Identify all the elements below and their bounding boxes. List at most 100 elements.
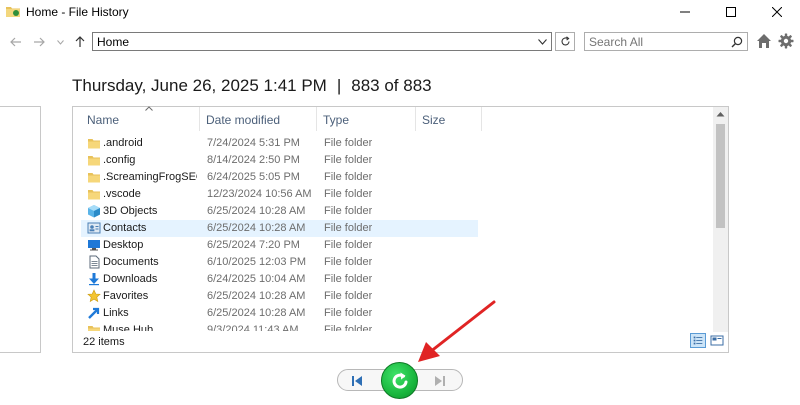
vertical-scrollbar[interactable] [713, 107, 728, 332]
contacts-icon [87, 222, 101, 234]
maximize-button[interactable] [708, 0, 754, 24]
snapshot-datetime: Thursday, June 26, 2025 1:41 PM [72, 76, 327, 95]
arrow-up-icon [75, 36, 85, 47]
column-type[interactable]: Type [317, 107, 416, 131]
file-name: Links [103, 307, 129, 319]
file-name: Downloads [103, 273, 158, 285]
folder-icon [88, 190, 100, 200]
back-button[interactable] [8, 34, 24, 50]
file-type: File folder [324, 239, 373, 251]
file-date: 6/25/2024 7:20 PM [207, 239, 300, 251]
file-type: File folder [324, 222, 373, 234]
search-input[interactable] [589, 35, 724, 49]
scroll-up-icon[interactable] [716, 111, 725, 117]
file-name: .android [103, 137, 143, 149]
file-row[interactable]: Muse Hub 9/3/2024 11:43 AM File folder [81, 322, 478, 331]
folder-icon [88, 326, 100, 331]
file-type: File folder [324, 154, 373, 166]
previous-version-icon[interactable] [350, 374, 364, 388]
file-row[interactable]: .android 7/24/2024 5:31 PM File folder [81, 135, 478, 152]
desktop-icon [88, 240, 100, 251]
file-date: 6/10/2025 12:03 PM [207, 256, 307, 268]
arrow-left-icon [10, 37, 21, 47]
file-row[interactable]: .config 8/14/2024 2:50 PM File folder [81, 152, 478, 169]
column-name-label: Name [87, 113, 120, 127]
file-name: Muse Hub [103, 324, 154, 331]
address-bar[interactable]: Home [92, 32, 552, 51]
file-type: File folder [324, 307, 373, 319]
close-button[interactable] [754, 0, 800, 24]
folder-icon [88, 156, 100, 166]
column-header: Name Date modified Type Size [73, 106, 713, 131]
file-name: .vscode [103, 188, 141, 200]
arrow-right-icon [34, 37, 45, 47]
file-name: Desktop [103, 239, 144, 251]
file-date: 6/25/2024 10:28 AM [207, 222, 306, 234]
snapshot-position: 883 of 883 [351, 76, 432, 95]
file-type: File folder [324, 188, 373, 200]
search-icon [731, 36, 743, 48]
folder-icon [88, 139, 100, 149]
file-type: File folder [324, 256, 373, 268]
file-name: Favorites [103, 290, 149, 302]
file-row[interactable]: Contacts 6/25/2024 10:28 AM File folder [81, 220, 478, 237]
cube-icon [88, 205, 100, 218]
forward-button[interactable] [31, 34, 47, 50]
previous-snapshot-pane[interactable] [0, 106, 41, 353]
file-type: File folder [324, 324, 373, 331]
column-name[interactable]: Name [81, 106, 200, 131]
restore-icon [392, 372, 407, 389]
file-list-pane: Name Date modified Type Size .android 7/2… [72, 106, 729, 353]
column-size[interactable]: Size [416, 107, 482, 131]
file-list: .android 7/24/2024 5:31 PM File folder .con… [73, 135, 713, 331]
address-text: Home [97, 35, 130, 49]
refresh-button[interactable] [555, 32, 575, 51]
search-box[interactable] [584, 32, 748, 51]
file-name: Documents [103, 256, 159, 268]
close-icon [772, 7, 782, 17]
file-row[interactable]: .ScreamingFrogSEO... 6/24/2025 5:05 PM Fil… [81, 169, 478, 186]
column-type-label: Type [323, 113, 350, 127]
minimize-icon [680, 11, 690, 13]
file-history-icon [6, 7, 20, 17]
maximize-icon [726, 7, 736, 17]
restore-button[interactable] [381, 362, 418, 399]
file-row[interactable]: .vscode 12/23/2024 10:56 AM File folder [81, 186, 478, 203]
heading-separator: | [336, 76, 342, 95]
file-row[interactable]: Downloads 6/24/2025 10:04 AM File folder [81, 271, 478, 288]
up-button[interactable] [72, 34, 88, 50]
file-type: File folder [324, 290, 373, 302]
file-row[interactable]: Documents 6/10/2025 12:03 PM File folder [81, 254, 478, 271]
scrollbar-thumb[interactable] [716, 124, 725, 228]
file-date: 6/25/2024 10:28 AM [207, 290, 306, 302]
file-row[interactable]: Favorites 6/25/2024 10:28 AM File folder [81, 288, 478, 305]
file-type: File folder [324, 171, 373, 183]
column-date-modified[interactable]: Date modified [200, 107, 317, 131]
file-type: File folder [324, 205, 373, 217]
gear-icon[interactable] [778, 33, 794, 49]
minimize-button[interactable] [662, 0, 708, 24]
address-dropdown-button[interactable] [534, 33, 551, 50]
file-row[interactable]: Desktop 6/25/2024 7:20 PM File folder [81, 237, 478, 254]
chevron-down-icon [538, 38, 547, 45]
folder-icon [88, 173, 100, 183]
file-row[interactable]: Links 6/25/2024 10:28 AM File folder [81, 305, 478, 322]
home-icon[interactable] [756, 33, 772, 49]
file-date: 6/24/2025 5:05 PM [207, 171, 300, 183]
recent-locations-button[interactable] [52, 34, 68, 50]
refresh-icon [560, 36, 570, 46]
file-type: File folder [324, 273, 373, 285]
next-version-icon[interactable] [433, 374, 447, 388]
file-date: 6/24/2025 10:04 AM [207, 273, 306, 285]
file-date: 6/25/2024 10:28 AM [207, 205, 306, 217]
large-icons-view-icon[interactable] [709, 333, 725, 348]
details-view-icon[interactable] [690, 333, 706, 348]
documents-icon [89, 255, 100, 269]
file-row[interactable]: 3D Objects 6/25/2024 10:28 AM File folder [81, 203, 478, 220]
file-date: 6/25/2024 10:28 AM [207, 307, 306, 319]
column-date-label: Date modified [206, 113, 281, 127]
snapshot-heading: Thursday, June 26, 2025 1:41 PM | 883 of 8… [72, 76, 432, 96]
file-name: .config [103, 154, 136, 166]
links-icon [88, 307, 100, 319]
download-icon [89, 273, 99, 286]
